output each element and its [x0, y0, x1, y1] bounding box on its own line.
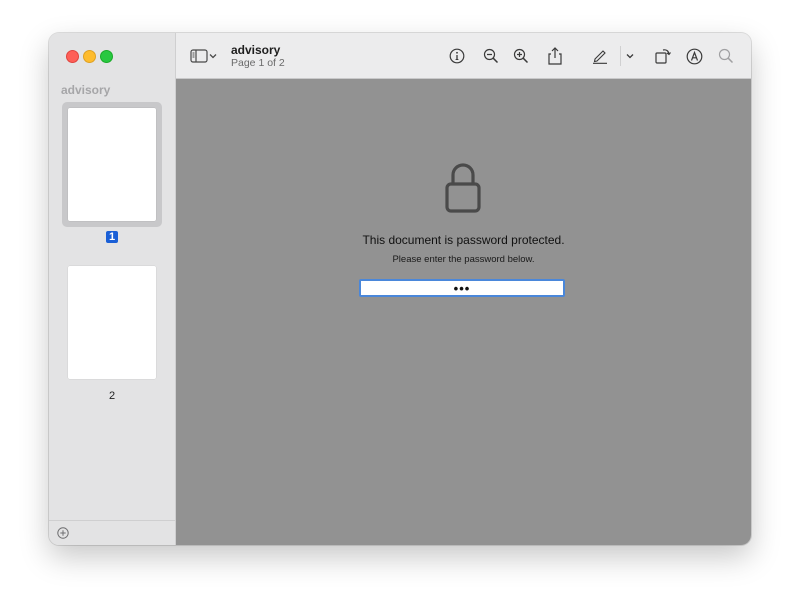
maximize-button[interactable]	[100, 50, 113, 63]
lock-icon	[445, 163, 481, 213]
sidebar-footer	[49, 520, 175, 545]
page-number-1: 1	[49, 231, 175, 243]
password-instruction: Please enter the password below.	[392, 254, 535, 265]
add-circle-icon[interactable]	[57, 527, 69, 539]
page-number-2: 2	[49, 390, 175, 402]
page-indicator: Page 1 of 2	[231, 57, 285, 69]
share-icon[interactable]	[544, 45, 566, 67]
preview-window: advisory 1 2 advisory Page 1 of 2 This d…	[49, 33, 751, 545]
password-field[interactable]	[359, 279, 565, 297]
chevron-down-icon[interactable]	[206, 45, 220, 67]
sidebar: advisory 1 2	[49, 33, 176, 545]
info-icon[interactable]	[446, 45, 468, 67]
close-button[interactable]	[66, 50, 79, 63]
protected-message: This document is password protected.	[362, 233, 565, 247]
thumbnail-page	[68, 266, 156, 379]
thumbnail-page	[68, 108, 156, 221]
annotate-icon[interactable]	[683, 45, 705, 67]
zoom-in-icon[interactable]	[510, 45, 532, 67]
rotate-icon[interactable]	[652, 45, 674, 67]
page-number-label: 1	[105, 231, 119, 243]
search-icon[interactable]	[715, 45, 737, 67]
minimize-button[interactable]	[83, 50, 96, 63]
page-thumbnail-1[interactable]	[62, 102, 162, 227]
sidebar-title: advisory	[61, 83, 111, 97]
document-title: advisory	[231, 43, 281, 57]
markup-pen-icon[interactable]	[589, 45, 611, 67]
toolbar-separator	[620, 46, 621, 66]
page-thumbnail-2[interactable]	[62, 260, 162, 385]
zoom-out-icon[interactable]	[480, 45, 502, 67]
chevron-down-icon[interactable]	[623, 45, 637, 67]
document-view: This document is password protected. Ple…	[176, 79, 751, 545]
page-number-label: 2	[108, 390, 116, 402]
toolbar: advisory Page 1 of 2	[176, 33, 751, 79]
